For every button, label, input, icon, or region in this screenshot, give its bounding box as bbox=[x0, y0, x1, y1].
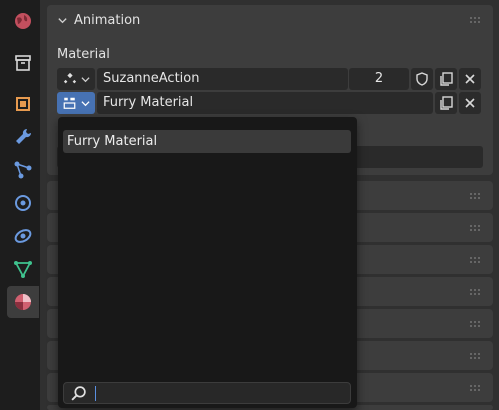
duplicate-material-button[interactable] bbox=[435, 92, 457, 114]
dropdown-item[interactable]: Furry Material bbox=[63, 130, 351, 153]
tab-physics[interactable] bbox=[7, 187, 39, 219]
tab-material[interactable] bbox=[7, 286, 39, 318]
constraints-icon bbox=[14, 229, 32, 243]
action-name-field[interactable]: SuzanneAction bbox=[97, 68, 348, 90]
material-name-field[interactable]: Furry Material bbox=[97, 92, 433, 114]
material-slot-icon bbox=[63, 97, 76, 109]
modifier-wrench-icon bbox=[16, 128, 32, 144]
tab-modifiers[interactable] bbox=[7, 121, 39, 153]
material-dropdown bbox=[58, 117, 357, 408]
unlink-material-button[interactable] bbox=[459, 92, 481, 114]
fake-user-button[interactable] bbox=[411, 68, 433, 90]
dropdown-search-field[interactable] bbox=[63, 382, 351, 404]
unlink-action-button[interactable] bbox=[459, 68, 481, 90]
chevron-down-icon bbox=[81, 100, 90, 106]
animation-panel-header[interactable]: Animation bbox=[57, 10, 257, 30]
physics-icon bbox=[15, 195, 31, 211]
panel-drag-handle[interactable] bbox=[469, 191, 481, 200]
panel-drag-handle[interactable] bbox=[469, 383, 481, 392]
properties-tab-bar bbox=[0, 0, 40, 410]
close-icon bbox=[465, 74, 475, 84]
world-icon bbox=[15, 13, 31, 29]
material-icon bbox=[15, 294, 31, 310]
material-browse-button[interactable] bbox=[57, 92, 95, 114]
action-browse-button[interactable] bbox=[57, 68, 95, 90]
collection-icon bbox=[15, 55, 31, 71]
search-icon bbox=[71, 386, 86, 401]
panel-drag-handle[interactable] bbox=[469, 351, 481, 360]
close-icon bbox=[465, 98, 475, 108]
tab-world[interactable] bbox=[7, 5, 39, 37]
action-users-count[interactable]: 2 bbox=[349, 68, 409, 90]
tab-particles[interactable] bbox=[7, 154, 39, 186]
object-data-mesh-icon bbox=[14, 261, 32, 278]
panel-title: Animation bbox=[74, 12, 141, 28]
panel-drag-handle[interactable] bbox=[469, 319, 481, 328]
tab-constraints[interactable] bbox=[7, 220, 39, 252]
action-icon bbox=[63, 72, 76, 84]
shield-icon bbox=[416, 72, 428, 86]
tab-object-data[interactable] bbox=[7, 253, 39, 285]
duplicate-icon bbox=[440, 72, 453, 86]
panel-drag-handle[interactable] bbox=[469, 223, 481, 232]
tab-object[interactable] bbox=[7, 88, 39, 120]
particles-icon bbox=[14, 161, 32, 179]
chevron-down-icon bbox=[58, 17, 67, 23]
text-cursor bbox=[95, 386, 96, 401]
material-section-label: Material bbox=[57, 47, 110, 62]
duplicate-action-button[interactable] bbox=[435, 68, 457, 90]
tab-collection[interactable] bbox=[7, 47, 39, 79]
panel-drag-handle[interactable] bbox=[469, 255, 481, 264]
duplicate-icon bbox=[440, 96, 453, 110]
object-icon bbox=[16, 97, 30, 111]
panel-drag-handle[interactable] bbox=[469, 287, 481, 296]
chevron-down-icon bbox=[80, 76, 90, 82]
panel-drag-handle[interactable] bbox=[469, 16, 481, 24]
